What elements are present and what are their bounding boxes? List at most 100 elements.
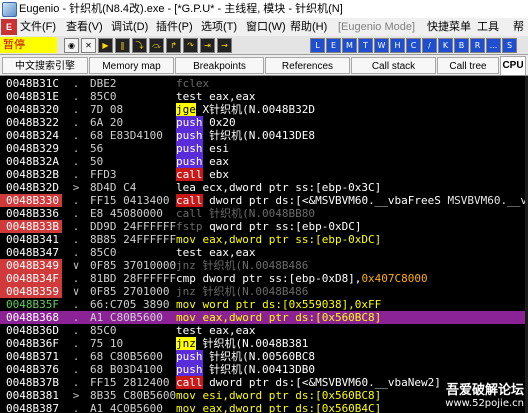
disasm-row[interactable]: 0048B322. 6A 20 push 0x20 (0, 116, 528, 129)
menu-item[interactable]: 帮助(H) (290, 18, 327, 36)
window-button[interactable]: C (406, 38, 421, 53)
row-jump-marker: . (72, 298, 80, 311)
disasm-row[interactable]: 0048B376. 68 B03D4100 push 针织机(N.00413DB0 (0, 363, 528, 376)
row-address: 0048B330 (0, 194, 62, 207)
row-jump-marker: ∨ (72, 285, 80, 298)
menu-item[interactable]: 帮 (513, 18, 524, 36)
instruction-token: push (176, 350, 203, 363)
row-bytes: FF15 0413400 (90, 194, 170, 207)
window-button[interactable]: / (422, 38, 437, 53)
window-button[interactable]: L (310, 38, 325, 53)
disasm-row[interactable]: 0048B34F. 81BD 28FFFFFF cmp dword ptr ss:[… (0, 272, 528, 285)
tab[interactable]: 中文搜索引擎 (2, 57, 88, 74)
row-jump-marker: . (72, 129, 80, 142)
disasm-row[interactable]: 0048B31E. 85C0 test eax,eax (0, 90, 528, 103)
disasm-row[interactable]: 0048B320. 7D 08 jge X针织机(N.0048B32D (0, 103, 528, 116)
row-jump-marker: . (72, 363, 80, 376)
window-tabs: 中文搜索引擎 Memory map Breakpoints References Cal… (0, 55, 528, 76)
row-instruction: push esi (176, 142, 528, 155)
run-icon[interactable]: ▶ (98, 38, 113, 53)
instruction-token: jge (176, 103, 196, 116)
disasm-row[interactable]: 0048B330. FF15 0413400 call dword ptr ds:[… (0, 194, 528, 207)
instruction-token: jnz 针织机(N.0048B486 (176, 259, 309, 272)
window-button[interactable]: S (502, 38, 517, 53)
window-button[interactable]: W (374, 38, 389, 53)
row-bytes: 68 C80B5600 (90, 350, 163, 363)
tab[interactable]: Call tree (437, 57, 499, 74)
disasm-row[interactable]: 0048B336. E8 45080000 call 针织机(N.0048BB80 (0, 207, 528, 220)
tab[interactable]: CPU (500, 56, 526, 75)
open-icon[interactable]: ◉ (64, 38, 79, 53)
step-into-icon[interactable]: ⤵ (132, 38, 147, 53)
close-icon[interactable]: ✕ (81, 38, 96, 53)
execute-till-return-icon[interactable]: ⇥ (200, 38, 215, 53)
disasm-row[interactable]: 0048B32B. FFD3 call ebx (0, 168, 528, 181)
instruction-token: call 针织机(N.0048BB80 (176, 207, 315, 220)
row-address: 0048B376 (6, 363, 59, 376)
go-to-icon[interactable]: → (217, 38, 232, 53)
disasm-row[interactable]: 0048B36D. 85C0 test eax,eax (0, 324, 528, 337)
menu-item[interactable]: 插件(P) (156, 18, 193, 36)
row-bytes: DD9D 24FFFFFF (90, 220, 176, 233)
disasm-row[interactable]: 0048B329. 56 push esi (0, 142, 528, 155)
row-address: 0048B32B (6, 168, 59, 181)
menu-item[interactable]: [Eugenio Mode] (338, 18, 415, 36)
instruction-token: 针织机(N.00560BC8 (202, 350, 315, 363)
disasm-row[interactable]: 0048B349 ∨ 0F85 37010000 jnz 针织机(N.0048B486 (0, 259, 528, 272)
disasm-row[interactable]: 0048B359 ∨ 0F85 2701000 jnz 针织机(N.0048B486 (0, 285, 528, 298)
menu-item[interactable]: 查看(V) (66, 18, 103, 36)
disasm-row[interactable]: 0048B33B. DD9D 24FFFFFF fstp qword ptr ss:… (0, 220, 528, 233)
menu-item[interactable]: 选项(T) (201, 18, 237, 36)
disassembly-view[interactable]: 0048B31C. DBE2 fclex 0048B31E. 85C0 test eax,… (0, 76, 528, 413)
row-bytes: 66:C705 3890 (90, 298, 170, 311)
tab[interactable]: Call stack (351, 57, 436, 74)
menu-item[interactable]: 调试(D) (111, 18, 148, 36)
menu-item[interactable]: 窗口(W) (246, 18, 286, 36)
disasm-row[interactable]: 0048B324. 68 E83D4100 push 针织机(N.00413DE8 (0, 129, 528, 142)
tab[interactable]: Memory map (89, 57, 174, 74)
instruction-token: dword ptr ds:[<&MSVBVM60.__vbaFreeS (202, 194, 441, 207)
instruction-token: mov esi,dword ptr ds:[0x560BC8] (176, 389, 382, 402)
instruction-token: mov eax,dword ptr ds:[0x560B4C] (176, 402, 382, 413)
row-instruction: jnz 针织机(N.0048B486 (176, 259, 528, 272)
row-instruction: push 针织机(N.00413DB0 (176, 363, 528, 376)
instruction-token: push (176, 363, 203, 376)
disasm-row[interactable]: 0048B347. 85C0 test eax,eax (0, 246, 528, 259)
menu-item[interactable]: 文件(F) (20, 18, 56, 36)
app-logo-icon: E (1, 19, 17, 35)
pause-icon[interactable]: ‖ (115, 38, 130, 53)
menu-item[interactable]: 工具 (477, 18, 499, 36)
disasm-row[interactable]: 0048B371. 68 C80B5600 push 针织机(N.00560BC8 (0, 350, 528, 363)
step-over-icon[interactable]: ⤼ (149, 38, 164, 53)
instruction-token: call (176, 376, 203, 389)
disasm-row[interactable]: 0048B368. A1 C80B5600 mov eax,dword ptr ds… (0, 311, 528, 324)
row-bytes: A1 C80B5600 (90, 311, 163, 324)
disasm-row[interactable]: 0048B31C. DBE2 fclex (0, 77, 528, 90)
row-jump-marker: . (72, 324, 80, 337)
row-bytes: 81BD 28FFFFFF (90, 272, 176, 285)
disasm-row[interactable]: 0048B32A. 50 push eax (0, 155, 528, 168)
window-button[interactable]: E (326, 38, 341, 53)
tab[interactable]: Breakpoints (175, 57, 264, 74)
instruction-token: X针织机(N.0048B32D (195, 103, 315, 116)
instruction-token: ebx (202, 168, 229, 181)
window-button[interactable]: T (358, 38, 373, 53)
window-button[interactable]: ... (486, 38, 501, 53)
trace-over-icon[interactable]: ↷ (183, 38, 198, 53)
disasm-row[interactable]: 0048B32D >8D4D C4 lea ecx,dword ptr ss:[eb… (0, 181, 528, 194)
window-button[interactable]: M (342, 38, 357, 53)
row-jump-marker: . (72, 311, 80, 324)
disasm-row[interactable]: 0048B36F. 75 10 jnz 针织机(N.0048B381 (0, 337, 528, 350)
window-button[interactable]: R (470, 38, 485, 53)
trace-into-icon[interactable]: ↱ (166, 38, 181, 53)
row-instruction: call ebx (176, 168, 528, 181)
window-button[interactable]: B (454, 38, 469, 53)
disasm-row[interactable]: 0048B35F. 66:C705 3890 mov word ptr ds:[0x… (0, 298, 528, 311)
window-button[interactable]: K (438, 38, 453, 53)
instruction-token: 针织机(N.0048B381 (195, 337, 309, 350)
window-button[interactable]: H (390, 38, 405, 53)
disasm-row[interactable]: 0048B341. 8B85 24FFFFFF mov eax,dword ptr … (0, 233, 528, 246)
instruction-token: test eax,eax (176, 246, 256, 259)
tab[interactable]: References (265, 57, 350, 74)
menu-item[interactable]: 快捷菜单 (427, 18, 471, 36)
